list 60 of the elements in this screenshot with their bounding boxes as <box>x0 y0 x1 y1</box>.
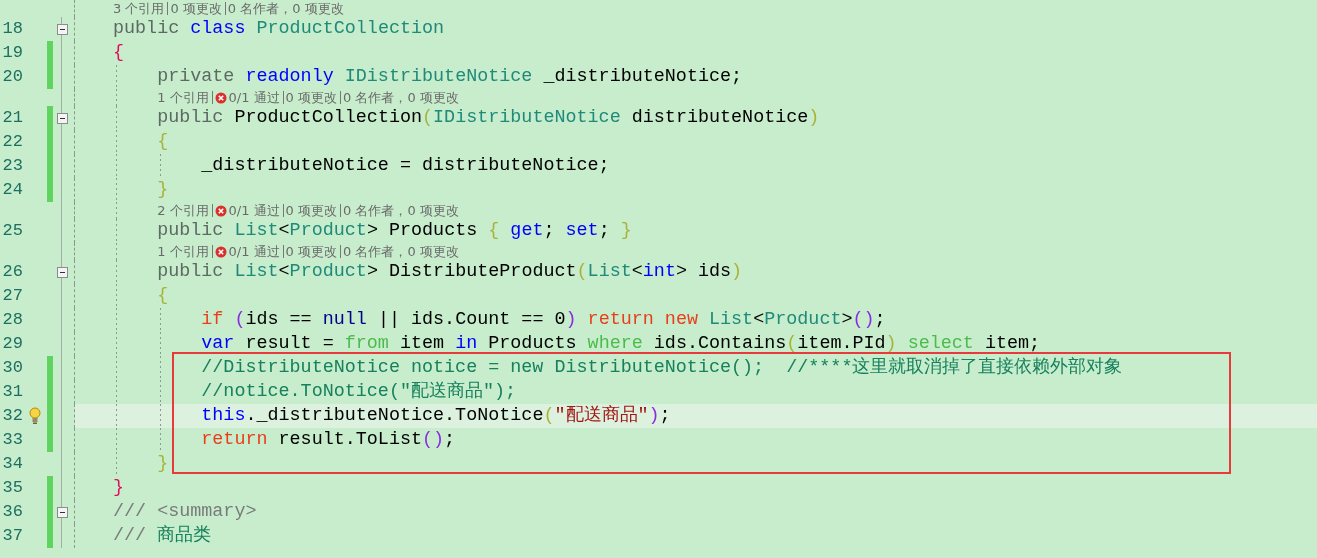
line-number: 22 <box>1 131 23 153</box>
code-line: } <box>157 178 169 202</box>
line-number: 28 <box>1 309 23 331</box>
code-line: var result = from item in Products where ids.Contains(item.PId) select item; <box>201 332 1041 356</box>
lightbulb-icon[interactable] <box>28 407 41 425</box>
code-line: /// <summary> <box>113 500 257 524</box>
code-line: //DistributeNotice notice = new DistributeNotice(); //****这里就取消掉了直接依赖外部对象 <box>201 356 1123 380</box>
collapse-icon[interactable] <box>56 266 68 278</box>
codelens-link[interactable]: 0/1 通过 <box>228 242 280 261</box>
line-number: 34 <box>1 453 23 475</box>
codelens-link[interactable]: 3 个引用 <box>113 0 165 18</box>
collapse-icon[interactable] <box>56 112 68 124</box>
codelens-link[interactable]: 2 个引用 <box>157 201 209 220</box>
codelens-link[interactable]: 1 个引用 <box>157 242 209 261</box>
codelens-link[interactable]: 0/1 通过 <box>228 201 280 220</box>
codelens-link[interactable]: 0 名作者，0 项更改 <box>343 88 459 107</box>
line-number: 24 <box>1 179 23 201</box>
codelens-link[interactable]: 0 名作者，0 项更改 <box>227 0 344 18</box>
line-number: 37 <box>1 525 23 547</box>
code-line: public class ProductCollection <box>113 17 445 41</box>
code-line: { <box>113 41 125 65</box>
code-line: public List<Product> Products { get; set; } <box>157 219 632 243</box>
line-number: 20 <box>1 66 23 88</box>
line-number: 32 <box>1 405 23 427</box>
code-line: { <box>157 284 169 308</box>
code-line: this._distributeNotice.ToNotice("配送商品"); <box>201 404 671 428</box>
collapse-icon[interactable] <box>56 506 68 518</box>
code-line: public ProductCollection(IDistributeNotice distributeNotice) <box>157 106 820 130</box>
codelens-link[interactable]: 0 名作者，0 项更改 <box>343 201 459 220</box>
line-number: 31 <box>1 381 23 403</box>
code-line: if (ids == null || ids.Count == 0) return new List<Product>(); <box>201 308 886 332</box>
line-number: 25 <box>1 220 23 242</box>
codelens-link[interactable]: 1 个引用 <box>157 88 209 107</box>
codelens-link[interactable]: 0/1 通过 <box>228 88 280 107</box>
codelens-link[interactable]: 0 项更改 <box>285 201 337 220</box>
collapse-icon[interactable] <box>56 23 68 35</box>
code-line: //notice.ToNotice("配送商品"); <box>201 380 517 404</box>
codelens-link[interactable]: 0 项更改 <box>170 0 222 18</box>
code-line: /// 商品类 <box>113 524 212 548</box>
code-line: } <box>113 476 125 500</box>
line-number: 26 <box>1 261 23 283</box>
codelens-link[interactable]: 0 项更改 <box>285 242 337 261</box>
line-number: 27 <box>1 285 23 307</box>
line-number: 29 <box>1 333 23 355</box>
codelens-link[interactable]: 0 名作者，0 项更改 <box>343 242 459 261</box>
line-number: 21 <box>1 107 23 129</box>
code-line: { <box>157 130 169 154</box>
line-number: 23 <box>1 155 23 177</box>
line-number: 30 <box>1 357 23 379</box>
line-number: 35 <box>1 477 23 499</box>
line-number: 33 <box>1 429 23 451</box>
code-line: return result.ToList(); <box>201 428 456 452</box>
code-line: private readonly IDistributeNotice _distributeNotice; <box>157 65 743 89</box>
codelens-link[interactable]: 0 项更改 <box>285 88 337 107</box>
line-number: 36 <box>1 501 23 523</box>
code-line: } <box>157 452 169 476</box>
line-number: 19 <box>1 42 23 64</box>
code-line: public List<Product> DistributeProduct(List<int> ids) <box>157 260 743 284</box>
code-line: _distributeNotice = distributeNotice; <box>201 154 610 178</box>
line-number: 18 <box>1 18 23 40</box>
